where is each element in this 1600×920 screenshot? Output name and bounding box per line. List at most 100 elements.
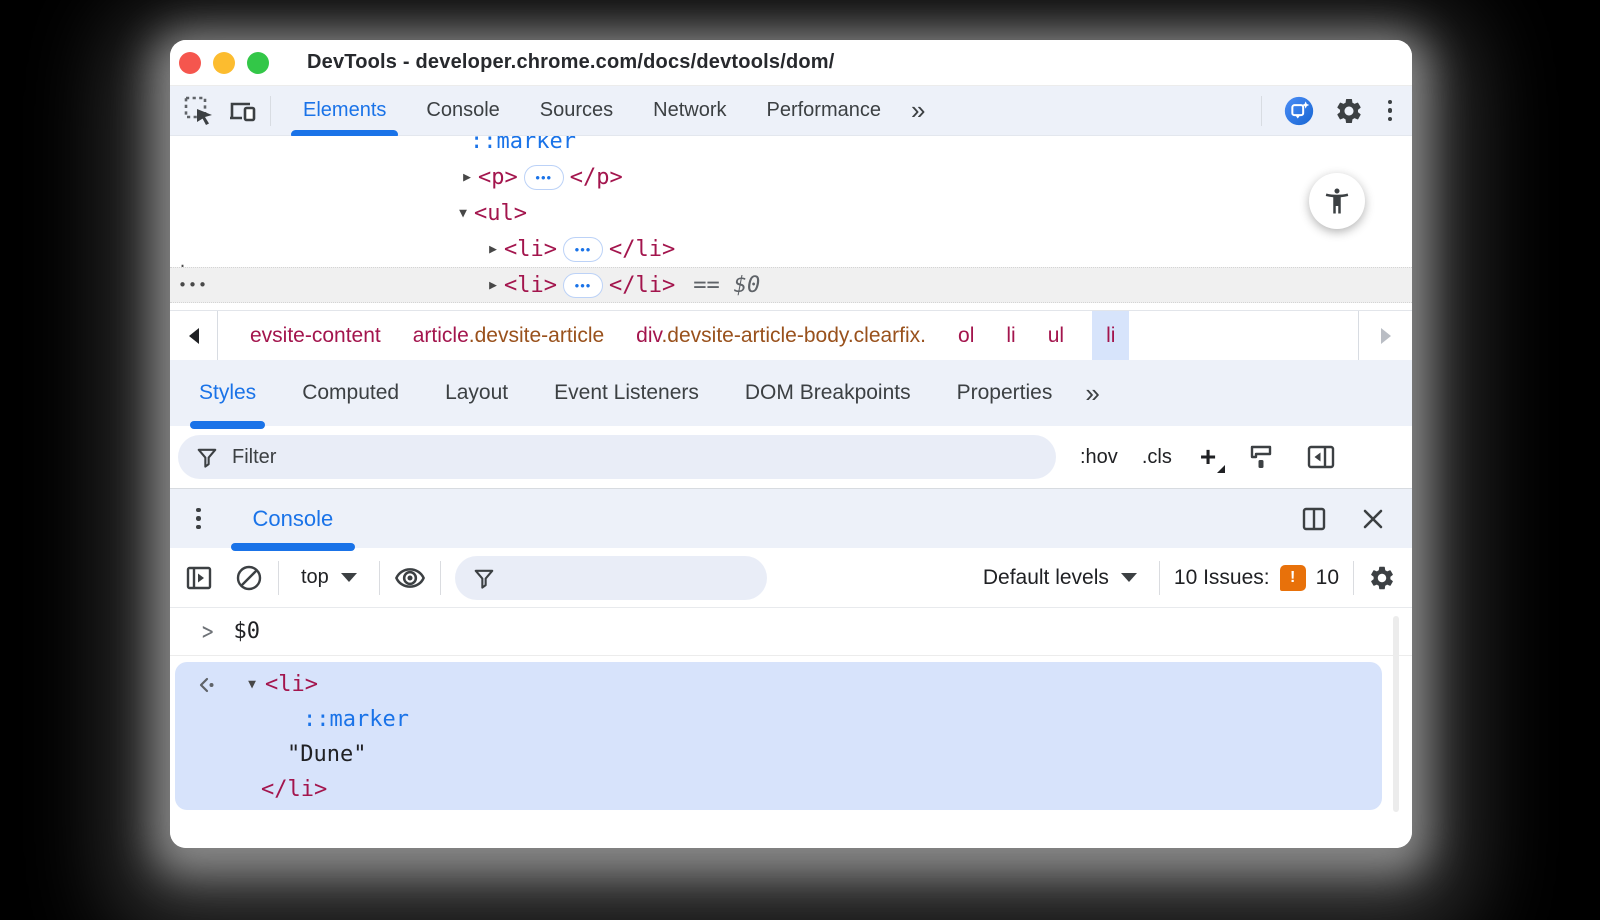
more-tabs-icon[interactable]: » — [901, 95, 933, 126]
pseudo-state-toggle[interactable]: :hov — [1080, 446, 1118, 469]
console-toolbar: top Default levels 10 Issues: — [170, 548, 1412, 608]
tab-styles[interactable]: Styles — [176, 360, 279, 426]
console-drawer-header: Console — [170, 488, 1412, 548]
result-line-marker[interactable]: ::marker — [175, 702, 1382, 737]
element-classes-toggle[interactable]: .cls — [1142, 446, 1172, 469]
clear-console-icon[interactable] — [234, 563, 264, 593]
toggle-sidebar-panel-icon[interactable] — [1306, 442, 1336, 472]
ai-assistance-icon[interactable] — [1284, 96, 1314, 126]
active-tab-indicator — [231, 543, 356, 551]
dom-breadcrumb-bar: evsite-content article.devsite-article d… — [170, 310, 1412, 360]
tab-dom-breakpoints[interactable]: DOM Breakpoints — [722, 360, 934, 426]
breadcrumb-item[interactable]: ul — [1048, 324, 1064, 348]
console-toolbar-right: Default levels 10 Issues: ! 10 — [975, 561, 1396, 595]
result-line-close-tag: </li> — [175, 772, 1382, 807]
rendering-brush-icon[interactable] — [1246, 442, 1276, 472]
filter-funnel-icon — [196, 446, 218, 468]
expand-arrow-icon[interactable]: ▶ — [482, 242, 504, 257]
drawer-tab-console[interactable]: Console — [243, 489, 344, 548]
main-toolbar: Elements Console Sources Network Perform… — [170, 86, 1412, 136]
result-line-text: "Dune" — [175, 737, 1382, 772]
live-expression-eye-icon[interactable] — [394, 562, 426, 594]
tab-performance[interactable]: Performance — [747, 86, 902, 135]
inspect-element-icon[interactable] — [184, 96, 214, 126]
collapse-arrow-icon[interactable]: ▼ — [452, 206, 474, 221]
accessibility-helper-button[interactable] — [1309, 173, 1365, 229]
returned-value-icon — [197, 675, 217, 695]
dom-row-marker[interactable]: ::marker — [170, 136, 1412, 159]
expand-ellipsis-button[interactable]: ••• — [524, 165, 564, 190]
styles-filter-input[interactable] — [232, 446, 834, 469]
tab-properties[interactable]: Properties — [934, 360, 1076, 426]
log-levels-selector[interactable]: Default levels — [975, 566, 1145, 590]
expand-ellipsis-button[interactable]: ••• — [563, 237, 603, 262]
tab-computed[interactable]: Computed — [279, 360, 422, 426]
toggle-device-toolbar-icon[interactable] — [228, 96, 258, 126]
drawer-menu-kebab-icon[interactable] — [192, 504, 205, 534]
tab-elements[interactable]: Elements — [283, 86, 406, 135]
close-drawer-icon[interactable] — [1360, 506, 1386, 532]
breadcrumb-back-button[interactable] — [170, 311, 218, 360]
console-settings-gear-icon[interactable] — [1368, 564, 1396, 592]
breadcrumb-item[interactable]: evsite-content — [250, 324, 381, 348]
dom-row-p[interactable]: ▶ <p> ••• </p> — [170, 159, 1412, 195]
expand-arrow-icon[interactable]: ▶ — [456, 170, 478, 185]
close-window-button[interactable] — [179, 52, 201, 74]
console-command-row[interactable]: > $0 — [170, 608, 1412, 656]
right-triangle-icon — [1381, 328, 1391, 344]
accessibility-person-icon — [1322, 186, 1352, 216]
console-sidebar-toggle-icon[interactable] — [184, 563, 214, 593]
dom-row-li-1[interactable]: . ▶ <li> ••• </li> — [170, 231, 1412, 267]
tab-event-listeners[interactable]: Event Listeners — [531, 360, 722, 426]
result-line-open-tag[interactable]: ▼ <li> — [175, 667, 1382, 702]
breadcrumb-item[interactable]: article.devsite-article — [413, 324, 604, 348]
filter-funnel-icon — [473, 567, 495, 589]
breadcrumb-item-selected[interactable]: li — [1092, 311, 1129, 360]
breadcrumb-item[interactable]: ol — [958, 324, 974, 348]
expand-arrow-icon[interactable]: ▶ — [482, 278, 504, 293]
toolbar-divider — [1159, 561, 1160, 595]
console-filter-field[interactable] — [455, 556, 767, 600]
tab-layout[interactable]: Layout — [422, 360, 531, 426]
console-messages: > $0 ▼ <li> ::marker "Dune" < — [170, 608, 1412, 848]
console-prompt-chevron: > — [202, 618, 213, 646]
left-triangle-icon — [189, 328, 199, 344]
console-command-text: $0 — [233, 619, 260, 644]
drawer-header-right — [1300, 505, 1412, 533]
devtools-window: DevTools - developer.chrome.com/docs/dev… — [170, 40, 1412, 848]
zoom-window-button[interactable] — [247, 52, 269, 74]
settings-gear-icon[interactable] — [1334, 96, 1364, 126]
console-filter-input[interactable] — [509, 566, 715, 589]
expand-ellipsis-button[interactable]: ••• — [563, 273, 603, 298]
toolbar-divider — [278, 561, 279, 595]
styles-filter-field[interactable] — [178, 435, 1056, 479]
breadcrumb-item[interactable]: div.devsite-article-body.clearfix. — [636, 324, 926, 348]
breadcrumb-item[interactable]: li — [1006, 324, 1015, 348]
dom-row-ul[interactable]: ▼ <ul> — [170, 195, 1412, 231]
styles-sidebar-tabs: Styles Computed Layout Event Listeners D… — [170, 360, 1412, 426]
window-title: DevTools - developer.chrome.com/docs/dev… — [307, 51, 835, 74]
more-tabs-icon[interactable]: » — [1075, 378, 1107, 409]
dollar-zero-hint: ==$0 — [693, 273, 760, 298]
console-result-block[interactable]: ▼ <li> ::marker "Dune" </li> — [175, 662, 1382, 810]
collapse-arrow-icon[interactable]: ▼ — [239, 677, 265, 692]
issues-counter[interactable]: 10 Issues: ! 10 — [1174, 565, 1339, 591]
new-style-rule-button[interactable]: + — [1200, 443, 1216, 471]
tab-console[interactable]: Console — [406, 86, 519, 135]
dom-row-li-selected[interactable]: ••• ▶ <li> ••• </li> ==$0 — [170, 267, 1412, 303]
breadcrumb-forward-button[interactable] — [1358, 311, 1412, 360]
minimize-window-button[interactable] — [213, 52, 235, 74]
tab-network[interactable]: Network — [633, 86, 746, 135]
dropdown-caret-icon — [1121, 573, 1137, 582]
toolbar-right-group — [1259, 96, 1397, 126]
toolbar-divider — [1261, 96, 1262, 126]
split-panel-icon[interactable] — [1300, 505, 1328, 533]
issue-exclamation-icon: ! — [1280, 565, 1306, 591]
left-edge-dots: ••• — [178, 276, 208, 294]
javascript-context-selector[interactable]: top — [293, 566, 365, 589]
more-options-kebab-icon[interactable] — [1384, 96, 1397, 126]
tab-sources[interactable]: Sources — [520, 86, 633, 135]
toolbar-divider — [1353, 561, 1354, 595]
panel-tabs: Elements Console Sources Network Perform… — [283, 86, 933, 135]
console-scrollbar[interactable] — [1393, 616, 1399, 812]
